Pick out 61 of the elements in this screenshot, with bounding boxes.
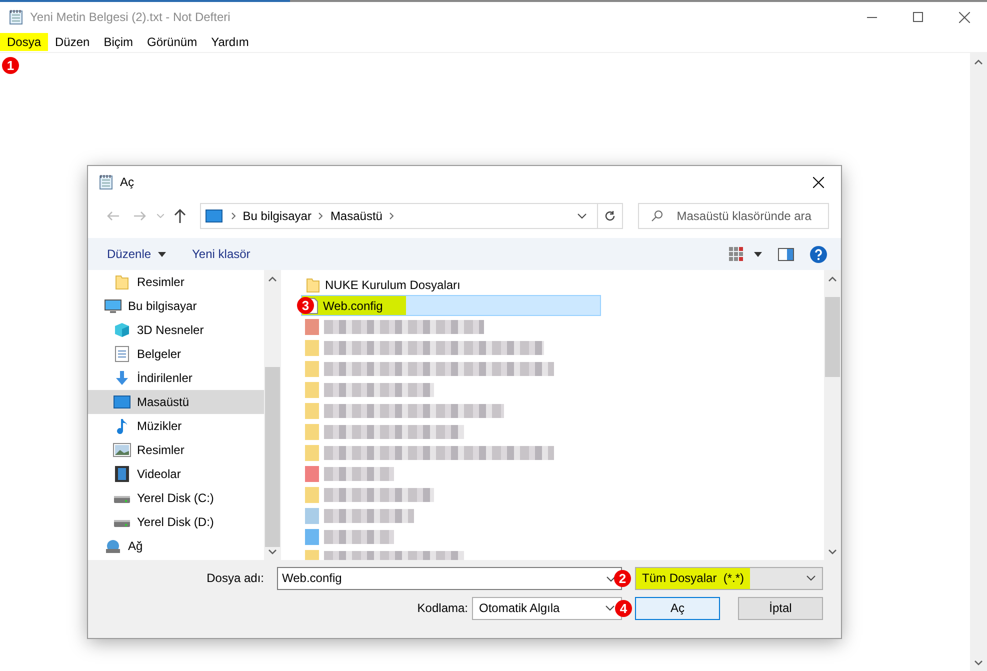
number-badge: 4: [615, 600, 632, 616]
menu-item[interactable]: Düzen: [48, 33, 97, 51]
network-icon: [103, 539, 122, 553]
nav-item[interactable]: Resimler: [88, 438, 264, 462]
desktop-icon: [204, 209, 223, 223]
breadcrumb-item[interactable]: Bu bilgisayar: [242, 209, 312, 223]
dropdown-caret-icon[interactable]: [806, 575, 816, 581]
caret-icon: [158, 252, 166, 256]
dropdown-caret-icon[interactable]: [606, 576, 616, 582]
chevron-icon: [318, 212, 324, 220]
search-icon: [650, 210, 663, 222]
toolbar-button[interactable]: Düzenle: [98, 243, 176, 265]
chevron-icon: [230, 212, 236, 220]
scroll-thumb[interactable]: [265, 367, 280, 547]
number-badge: 3: [297, 297, 314, 314]
menu-item[interactable]: Görünüm: [140, 33, 204, 51]
nav-item[interactable]: Bu bilgisayar: [88, 294, 264, 318]
nav-item[interactable]: Müzikler: [88, 414, 264, 438]
desktop-icon: [112, 395, 131, 409]
dialog-title: Aç: [120, 175, 134, 189]
nav-item[interactable]: Ağ: [88, 534, 264, 558]
chevron-icon: [389, 212, 394, 220]
blurred-file-name: [324, 466, 394, 480]
nav-item[interactable]: 3D Nesneler: [88, 318, 264, 342]
blurred-file-name: [324, 530, 394, 544]
nav-item[interactable]: Belgeler: [88, 342, 264, 366]
search-field[interactable]: Masaüstü klasöründe ara: [638, 203, 829, 229]
film-icon: [112, 466, 131, 482]
computer-icon: [103, 298, 122, 314]
cube-icon: [112, 322, 131, 338]
notepad-icon: [8, 9, 24, 25]
address-bar[interactable]: Bu bilgisayar Masaüstü: [200, 203, 598, 229]
menu-item[interactable]: Biçim: [96, 33, 140, 51]
folder-icon: [306, 276, 320, 292]
nav-item[interactable]: Masaüstü: [88, 390, 264, 414]
view-grid-icon[interactable]: [728, 246, 762, 262]
toolbar-button[interactable]: Yeni klasör: [183, 243, 260, 265]
menu-item[interactable]: Yardım: [204, 33, 256, 51]
highlighted-value: Tüm Dosyalar (*.*): [636, 568, 750, 588]
nav-item[interactable]: Yerel Disk (D:): [88, 510, 264, 534]
field-label: Kodlama:: [417, 601, 468, 615]
breadcrumb-item[interactable]: Masaüstü: [329, 209, 384, 223]
dropdown-caret-icon[interactable]: [605, 605, 615, 611]
dialog-button[interactable]: Aç: [635, 596, 720, 620]
nav-item[interactable]: Resimler: [88, 270, 264, 294]
help-icon[interactable]: [810, 246, 827, 262]
nav-item[interactable]: Videolar: [88, 462, 264, 486]
dialog-button[interactable]: İptal: [738, 596, 823, 620]
document-icon: [112, 346, 131, 362]
window-title: Yeni Metin Belgesi (2).txt - Not Defteri: [30, 10, 230, 24]
preview-pane-icon[interactable]: [778, 248, 794, 260]
number-badge: 1: [2, 57, 19, 74]
picture-icon: [112, 443, 131, 457]
notepad-icon: [98, 174, 114, 190]
field-label: Dosya adı:: [206, 571, 264, 585]
nav-item[interactable]: İndirilenler: [88, 366, 264, 390]
refresh-icon[interactable]: [598, 203, 623, 229]
file-item[interactable]: NUKE Kurulum Dosyaları: [301, 274, 601, 295]
menu-item[interactable]: Dosya: [0, 33, 48, 51]
scroll-thumb[interactable]: [825, 297, 840, 377]
nav-item[interactable]: Yerel Disk (C:): [88, 486, 264, 510]
